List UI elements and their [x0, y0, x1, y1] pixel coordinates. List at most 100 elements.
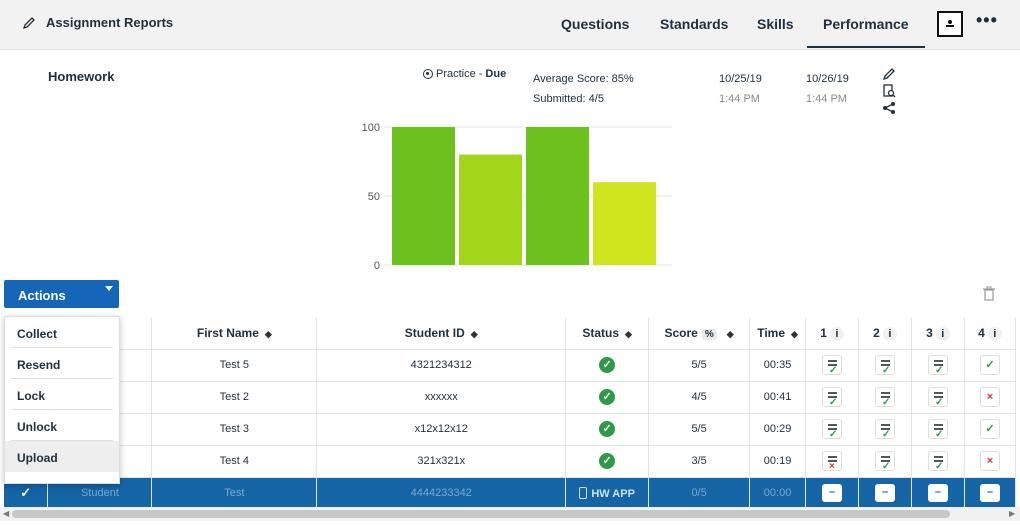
menu-item-lock[interactable]: Lock [11, 379, 113, 410]
first-name-header[interactable]: First Name ◆ [151, 318, 318, 350]
chart-bar[interactable] [392, 127, 455, 265]
student-id-header[interactable]: Student ID ◆ [316, 318, 567, 350]
y-tick-label: 0 [374, 260, 380, 272]
unanswered-icon[interactable]: – [875, 484, 896, 502]
unanswered-icon[interactable]: – [979, 484, 1000, 502]
trash-icon[interactable] [982, 286, 996, 302]
info-icon[interactable]: i [882, 326, 897, 341]
q4-cell[interactable]: ✓ [964, 413, 1017, 446]
answer-correct-icon[interactable]: ✓ [822, 387, 843, 408]
question-2-header[interactable]: 2i [858, 318, 912, 350]
q2-cell[interactable]: ✓ [858, 445, 912, 478]
question-4-header[interactable]: 4i [964, 318, 1017, 350]
answer-correct-icon[interactable]: ✓ [927, 419, 948, 440]
answer-correct-icon[interactable]: ✓ [875, 419, 896, 440]
answer-correct-icon[interactable]: ✓ [875, 355, 896, 376]
time-header[interactable]: Time ◆ [749, 318, 807, 350]
first-name-cell: Test 4 [151, 445, 318, 478]
unanswered-icon[interactable]: – [927, 484, 948, 502]
table-row[interactable]: nt 3 Test 3 x12x12x12 ✓ 5/5 00:29 ✓ ✓ ✓ … [4, 413, 1017, 446]
student-table: me◆ First Name◆ Student ID◆ Status◆ Scor… [4, 318, 1017, 510]
first-name-cell: Test 5 [151, 349, 318, 382]
q1-cell[interactable]: ✓ [805, 381, 860, 414]
average-score: Average Score: 85% [533, 73, 634, 85]
scroll-left-icon[interactable]: ◀ [3, 509, 9, 518]
q3-cell[interactable]: ✓ [911, 381, 965, 414]
x-icon[interactable]: × [979, 451, 1000, 471]
horizontal-scrollbar[interactable]: ◀ ▶ [0, 507, 1020, 521]
score-cell: 0/5 [648, 477, 751, 510]
sort-icon[interactable]: ◆ [471, 329, 478, 340]
share-icon[interactable] [882, 101, 896, 115]
q3-cell[interactable]: ✓ [911, 413, 965, 446]
q1-cell[interactable]: – [805, 477, 860, 510]
q4-cell[interactable]: ✓ [964, 349, 1017, 382]
status-header[interactable]: Status ◆ [565, 318, 650, 350]
x-icon[interactable]: × [979, 387, 1000, 407]
table-row[interactable]: nt 5 Test 5 4321234312 ✓ 5/5 00:35 ✓ ✓ ✓… [4, 349, 1017, 382]
info-icon[interactable]: i [829, 326, 844, 341]
q3-cell[interactable]: ✓ [911, 349, 965, 382]
answer-correct-icon[interactable]: ✓ [927, 451, 948, 472]
more-options-icon[interactable]: ••• [976, 10, 998, 31]
sort-icon[interactable]: ◆ [727, 329, 734, 340]
tab-questions[interactable]: Questions [561, 16, 629, 32]
time-cell: 00:29 [749, 413, 807, 446]
check-icon[interactable]: ✓ [979, 355, 1000, 375]
table-row[interactable]: nt 4 Test 4 321x321x ✓ 3/5 00:19 × ✓ ✓ × [4, 445, 1017, 478]
menu-item-unlock[interactable]: Unlock [11, 410, 113, 441]
score-header[interactable]: Score% ◆ [648, 318, 751, 350]
tab-skills[interactable]: Skills [757, 16, 794, 32]
question-1-header[interactable]: 1i [805, 318, 860, 350]
answer-correct-icon[interactable]: ✓ [875, 387, 896, 408]
answer-correct-icon[interactable]: ✓ [927, 355, 948, 376]
student-view-button[interactable] [937, 11, 963, 37]
answer-correct-icon[interactable]: ✓ [927, 387, 948, 408]
question-3-header[interactable]: 3i [911, 318, 965, 350]
q1-cell[interactable]: ✓ [805, 349, 860, 382]
tab-standards[interactable]: Standards [660, 16, 728, 32]
q2-cell[interactable]: ✓ [858, 381, 912, 414]
sort-icon[interactable]: ◆ [625, 329, 632, 340]
menu-item-resend[interactable]: Resend [11, 348, 113, 379]
q3-cell[interactable]: – [911, 477, 965, 510]
q2-cell[interactable]: ✓ [858, 349, 912, 382]
menu-item-upload[interactable]: Upload [5, 441, 119, 472]
scrollbar-thumb[interactable] [12, 510, 950, 518]
q4-cell[interactable]: × [964, 445, 1017, 478]
mode-state: Due [485, 68, 507, 80]
chart-bar[interactable] [459, 154, 522, 265]
q2-cell[interactable]: ✓ [858, 413, 912, 446]
q1-cell[interactable]: ✓ [805, 413, 860, 446]
checkmark-icon[interactable]: ✓ [20, 485, 31, 500]
report-title-group: Assignment Reports [22, 15, 173, 30]
sort-icon[interactable]: ◆ [265, 329, 272, 340]
info-icon[interactable]: i [987, 326, 1002, 341]
check-icon[interactable]: ✓ [979, 419, 1000, 439]
chart-bar[interactable] [593, 182, 656, 265]
unanswered-icon[interactable]: – [822, 484, 843, 502]
scroll-right-icon[interactable]: ▶ [1009, 509, 1015, 518]
q1-cell[interactable]: × [805, 445, 860, 478]
percent-toggle[interactable]: % [701, 329, 717, 341]
sort-icon[interactable]: ◆ [791, 329, 798, 340]
actions-button[interactable]: Actions [4, 280, 119, 308]
chart-bar[interactable] [526, 127, 589, 265]
actions-menu: Collect Resend Lock Unlock Upload [4, 316, 120, 484]
answer-correct-icon[interactable]: ✓ [822, 419, 843, 440]
menu-item-collect[interactable]: Collect [11, 317, 113, 348]
edit-icon[interactable] [882, 67, 896, 81]
q3-cell[interactable]: ✓ [911, 445, 965, 478]
q4-cell[interactable]: – [964, 477, 1017, 510]
answer-correct-icon[interactable]: ✓ [822, 355, 843, 376]
table-row-selected[interactable]: ✓ Student Test 4444233342 HW APP 0/5 00:… [4, 477, 1017, 510]
answer-correct-icon[interactable]: ✓ [875, 451, 896, 472]
q4-cell[interactable]: × [964, 381, 1017, 414]
info-icon[interactable]: i [935, 326, 950, 341]
document-search-icon[interactable] [882, 84, 896, 98]
tab-performance[interactable]: Performance [807, 16, 925, 48]
answer-incorrect-icon[interactable]: × [822, 451, 843, 472]
score-cell: 3/5 [648, 445, 751, 478]
q2-cell[interactable]: – [858, 477, 912, 510]
table-row[interactable]: nt 2 Test 2 xxxxxx ✓ 4/5 00:41 ✓ ✓ ✓ × [4, 381, 1017, 414]
